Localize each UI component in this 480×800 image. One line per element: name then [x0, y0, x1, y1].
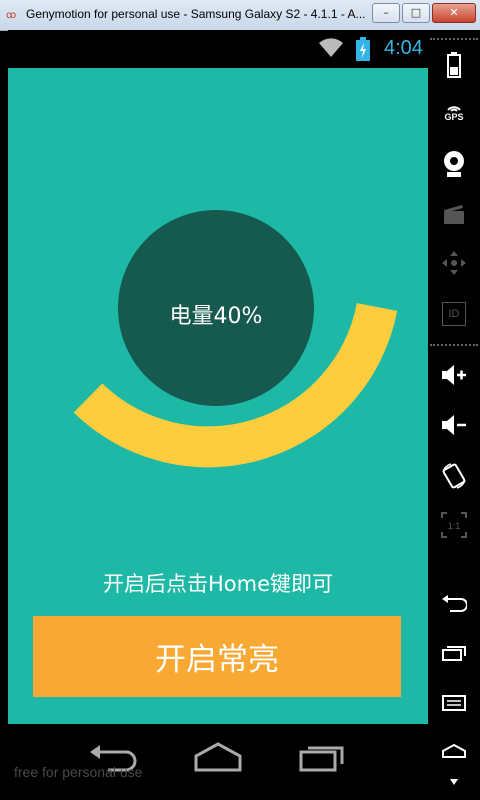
app-screen: 电量40% 开启后点击Home键即可 开启常亮 [8, 68, 428, 724]
gps-label: GPS [444, 112, 464, 122]
rotate-button[interactable] [428, 462, 480, 490]
toolbar-back-button[interactable] [428, 594, 480, 612]
scale-ratio-label: 1:1 [428, 521, 480, 531]
status-bar: 4:04 [8, 30, 428, 68]
volume-down-button[interactable] [428, 414, 480, 436]
toolbar-more-button[interactable] [428, 778, 480, 786]
minimize-button[interactable]: – [372, 3, 400, 23]
dpad-widget-button[interactable] [428, 250, 480, 276]
gps-widget-button[interactable]: GPS [428, 102, 480, 122]
hint-text: 开启后点击Home键即可 [102, 572, 333, 596]
screencast-widget-button[interactable] [428, 202, 480, 226]
battery-widget-button[interactable] [428, 52, 480, 78]
gps-icon [447, 106, 461, 112]
toolbar-divider [430, 344, 478, 346]
id-icon: ID [442, 302, 466, 326]
volume-down-icon [442, 415, 466, 435]
home-icon[interactable] [193, 742, 243, 772]
more-icon [450, 779, 458, 785]
recent-apps-icon [442, 646, 466, 661]
maximize-button[interactable]: □ [402, 3, 430, 23]
battery-charging-icon [356, 37, 370, 61]
toolbar-recent-apps-button[interactable] [428, 644, 480, 662]
window-title-bar: oo Genymotion for personal use - Samsung… [0, 0, 480, 31]
home-icon [442, 744, 466, 758]
toolbar-home-button[interactable] [428, 744, 480, 758]
webcam-widget-button[interactable] [428, 150, 480, 178]
genymotion-logo: oo [6, 10, 16, 21]
battery-icon [447, 52, 461, 78]
close-button[interactable]: ✕ [432, 3, 476, 23]
device-id-widget-button[interactable]: ID [428, 302, 480, 326]
back-icon [442, 595, 467, 612]
battery-level-label: 电量40% [169, 304, 263, 329]
window-title: Genymotion for personal use - Samsung Ga… [26, 7, 366, 21]
ratio-label: 1:1 [447, 521, 461, 531]
keep-screen-on-button[interactable]: 开启常亮 [33, 616, 401, 697]
watermark-text: free for personal use [14, 764, 143, 780]
emulator-toolbar: GPS ID 1:1 [428, 30, 480, 800]
wifi-icon [319, 38, 343, 57]
menu-icon [442, 695, 466, 711]
toolbar-menu-button[interactable] [428, 694, 480, 712]
window-controls: – □ ✕ [372, 3, 476, 23]
volume-up-icon [442, 365, 466, 385]
recent-apps-icon[interactable] [298, 742, 348, 772]
toolbar-divider [430, 38, 478, 40]
rotate-icon [442, 463, 466, 489]
volume-up-button[interactable] [428, 364, 480, 386]
dpad-icon [442, 251, 466, 275]
status-time: 4:04 [384, 37, 423, 59]
webcam-icon [444, 151, 464, 177]
clapper-icon [444, 205, 464, 224]
